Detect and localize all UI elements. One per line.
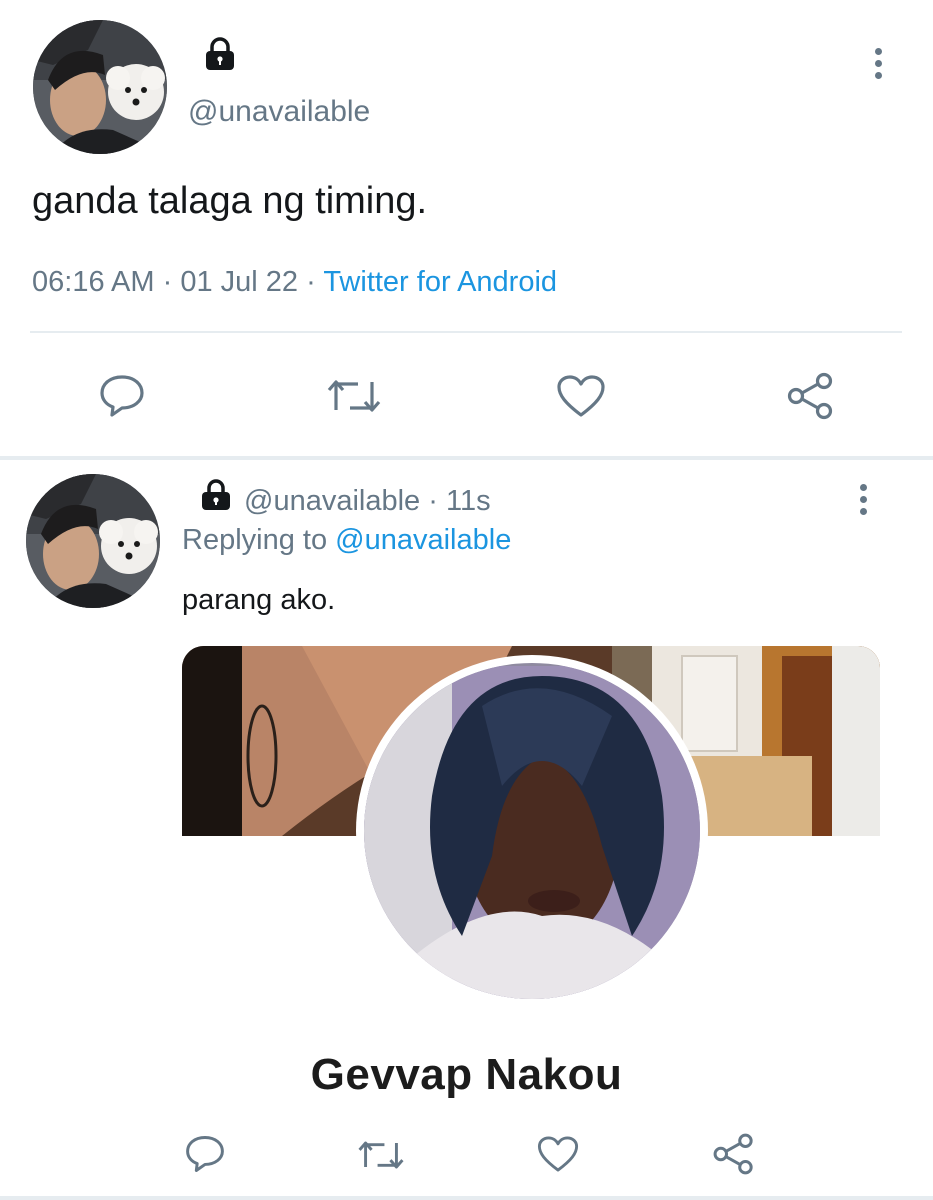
meta-separator: · — [162, 266, 173, 298]
reply-header: @unavailable · 11s — [244, 485, 491, 518]
media-image[interactable] — [182, 646, 880, 1112]
lock-icon — [198, 476, 234, 512]
reply-icon[interactable] — [98, 373, 146, 419]
avatar[interactable] — [26, 474, 160, 608]
author-handle[interactable]: @unavailable — [244, 485, 420, 517]
tweet-source-link[interactable]: Twitter for Android — [323, 266, 557, 298]
author-handle[interactable]: @unavailable — [188, 95, 370, 129]
section-divider — [0, 456, 933, 460]
meta-separator: · — [306, 266, 316, 298]
reply-icon[interactable] — [184, 1134, 226, 1174]
retweet-icon[interactable] — [357, 1136, 405, 1174]
share-icon[interactable] — [786, 371, 836, 421]
avatar[interactable] — [33, 20, 167, 154]
profile-screenshot-image — [182, 646, 880, 1112]
meta-separator: · — [428, 485, 438, 517]
replying-prefix: Replying to — [182, 524, 328, 556]
tweet-text: parang ako. — [182, 584, 336, 616]
media-caption: Gevvap Nakou — [310, 1050, 623, 1099]
tweet-text: ganda talaga ng timing. — [32, 180, 428, 222]
like-icon[interactable] — [536, 1134, 580, 1174]
replying-to: Replying to @unavailable — [182, 524, 511, 557]
tweet-meta: 06:16 AM · 01 Jul 22 · Twitter for Andro… — [32, 266, 557, 299]
divider — [30, 331, 902, 333]
mention-link[interactable]: @unavailable — [335, 524, 511, 556]
tweet-date: 01 Jul 22 — [180, 266, 299, 298]
section-divider — [0, 1196, 933, 1200]
tweet-time: 11s — [445, 485, 491, 517]
more-options-icon[interactable] — [871, 48, 885, 79]
tweet-time: 06:16 AM — [32, 266, 155, 298]
user-avatar-with-dog-icon — [33, 20, 167, 154]
user-avatar-with-dog-icon — [26, 474, 160, 608]
more-options-icon[interactable] — [856, 484, 870, 515]
lock-icon — [202, 36, 238, 72]
share-icon[interactable] — [712, 1132, 756, 1176]
retweet-icon[interactable] — [326, 374, 382, 418]
like-icon[interactable] — [555, 373, 607, 419]
